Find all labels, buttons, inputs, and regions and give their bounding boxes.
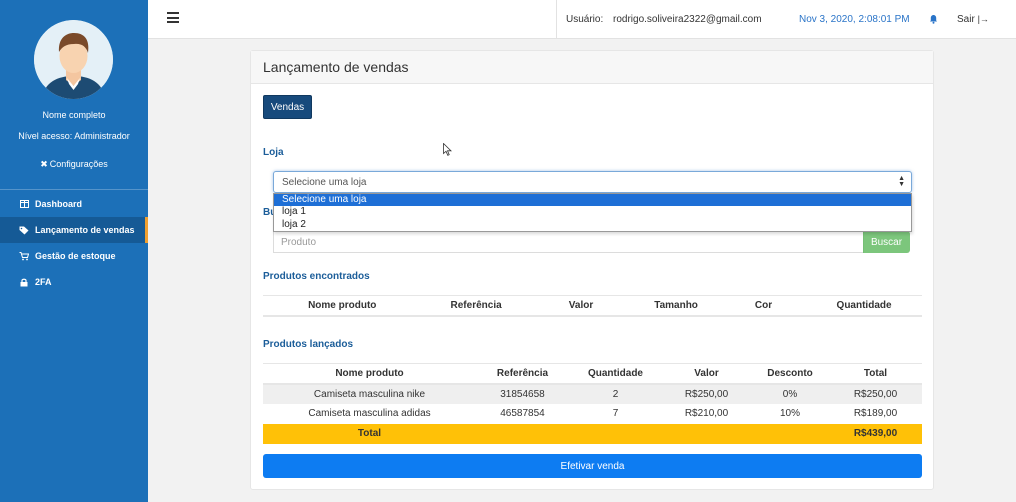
table-cell: Camiseta masculina adidas <box>308 408 431 419</box>
table-cell: 46587854 <box>500 408 545 419</box>
table-row: Camiseta masculina nike 31854658 2 R$250… <box>263 383 922 404</box>
dashboard-icon <box>18 200 30 208</box>
column-header: Quantidade <box>806 295 922 317</box>
sidebar-item-2fa[interactable]: 2FA <box>0 269 148 295</box>
bell-icon[interactable] <box>929 14 938 27</box>
confirm-sale-button[interactable]: Efetivar venda <box>263 454 922 478</box>
logout-link[interactable]: Sair |→ <box>957 14 989 25</box>
vendas-button[interactable]: Vendas <box>263 95 312 119</box>
product-search-placeholder: Produto <box>281 236 317 248</box>
table-cell <box>569 423 662 444</box>
launched-products-label: Produtos lançados <box>263 339 354 350</box>
store-dropdown: Selecione uma loja loja 1 loja 2 <box>273 193 912 232</box>
sidebar-item-stock[interactable]: Gestão de estoque <box>0 243 148 269</box>
table-cell: R$189,00 <box>853 408 898 419</box>
logout-label: Sair <box>957 14 975 25</box>
search-button[interactable]: Buscar <box>863 231 910 253</box>
total-label: Total <box>263 423 476 444</box>
logout-icon: |→ <box>977 14 989 24</box>
column-header: Total <box>829 363 922 385</box>
sales-card: Lançamento de vendas Vendas Loja Selecio… <box>250 50 934 490</box>
column-header: Valor <box>662 363 751 385</box>
top-bar: Usuário: rodrigo.soliveira2322@gmail.com… <box>148 0 1016 39</box>
store-select-value: Selecione uma loja <box>282 176 367 188</box>
user-full-name: Nome completo <box>42 110 106 120</box>
table-cell: R$250,00 <box>829 383 922 404</box>
access-level: Nível acesso: Administrador <box>18 131 130 141</box>
table-cell: Camiseta masculina nike <box>263 383 476 404</box>
sidebar-item-label: Gestão de estoque <box>35 251 116 261</box>
store-label: Loja <box>263 147 284 158</box>
hamburger-menu-icon[interactable] <box>167 12 179 23</box>
product-search-input[interactable]: Produto <box>273 231 864 253</box>
total-value: R$439,00 <box>829 423 922 444</box>
lock-icon <box>18 278 30 287</box>
table-row: Camiseta masculina adidas 46587854 7 R$2… <box>263 404 922 424</box>
column-header: Referência <box>421 295 531 317</box>
store-option[interactable]: Selecione uma loja <box>274 194 911 207</box>
table-header-row: Nome produto Referência Quantidade Valor… <box>263 363 922 385</box>
sidebar: Nome completo Nível acesso: Administrado… <box>0 0 148 502</box>
store-select[interactable]: Selecione uma loja ▲ ▼ <box>273 171 912 193</box>
table-cell: 31854658 <box>476 383 569 404</box>
store-option[interactable]: loja 2 <box>274 219 911 231</box>
sidebar-item-sales[interactable]: Lançamento de vendas <box>0 217 148 243</box>
sidebar-item-label: 2FA <box>35 277 52 287</box>
cart-icon <box>18 251 30 261</box>
column-header: Desconto <box>751 363 829 385</box>
table-header-row: Nome produto Referência Valor Tamanho Co… <box>263 295 922 317</box>
store-option[interactable]: loja 1 <box>274 206 911 218</box>
card-header: Lançamento de vendas <box>251 51 933 84</box>
user-avatar-icon <box>34 20 113 99</box>
table-cell: R$250,00 <box>662 383 751 404</box>
found-products-label: Produtos encontrados <box>263 271 370 282</box>
sidebar-item-label: Lançamento de vendas <box>35 225 135 235</box>
user-email: rodrigo.soliveira2322@gmail.com <box>613 14 762 25</box>
user-label: Usuário: <box>566 14 604 25</box>
table-cell: 10% <box>779 408 800 419</box>
column-header: Nome produto <box>263 363 476 385</box>
column-header: Tamanho <box>631 295 721 317</box>
column-header: Valor <box>530 295 632 317</box>
column-header: Cor <box>720 295 807 317</box>
table-cell <box>751 423 829 444</box>
column-header: Nome produto <box>263 295 422 317</box>
settings-link[interactable]: ✖ Configurações <box>0 159 148 170</box>
tag-icon <box>18 226 30 235</box>
avatar <box>34 20 113 99</box>
table-cell <box>662 423 751 444</box>
total-row: Total R$439,00 <box>263 423 922 444</box>
launched-products-table: Nome produto Referência Quantidade Valor… <box>263 363 922 444</box>
column-header: Quantidade <box>569 363 662 385</box>
table-cell: 7 <box>612 408 619 419</box>
current-datetime: Nov 3, 2020, 2:08:01 PM <box>799 14 910 25</box>
table-cell: R$210,00 <box>684 408 729 419</box>
tools-icon: ✖ <box>40 159 48 169</box>
select-arrows-icon: ▲ ▼ <box>898 175 905 188</box>
user-info-area: Usuário: rodrigo.soliveira2322@gmail.com… <box>556 0 1016 39</box>
mouse-cursor-icon <box>443 142 452 161</box>
sidebar-item-label: Dashboard <box>35 199 83 209</box>
sidebar-divider <box>0 189 148 190</box>
table-cell <box>476 423 569 444</box>
table-cell: 0% <box>751 383 829 404</box>
found-products-table: Nome produto Referência Valor Tamanho Co… <box>263 295 922 317</box>
page-title: Lançamento de vendas <box>263 59 409 75</box>
table-cell: 2 <box>569 383 662 404</box>
settings-label: Configurações <box>49 159 108 169</box>
sidebar-item-dashboard[interactable]: Dashboard <box>0 191 148 217</box>
column-header: Referência <box>476 363 569 385</box>
